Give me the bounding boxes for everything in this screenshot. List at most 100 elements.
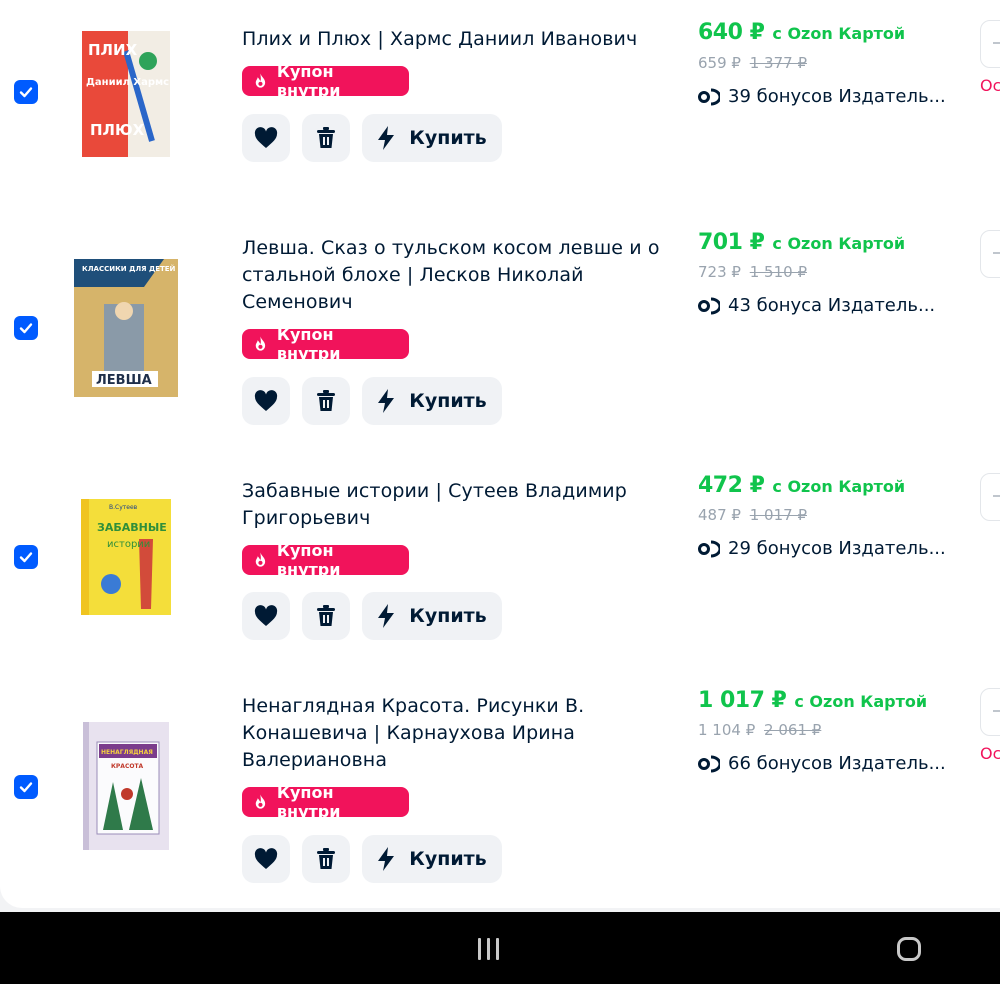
cover-text-mid: КРАСОТА <box>111 763 144 770</box>
flame-icon <box>255 794 266 809</box>
book-cover-image[interactable]: НЕНАГЛЯДНАЯ КРАСОТА <box>70 716 182 856</box>
favorite-button[interactable] <box>242 377 290 425</box>
bonus-info[interactable]: 29 бонусов Издатель... <box>698 538 950 559</box>
checkbox-checked-icon[interactable] <box>14 775 38 799</box>
buy-now-label: Купить <box>409 848 487 870</box>
delete-button[interactable] <box>302 835 350 883</box>
crossed-price: 1 017 ₽ <box>749 506 807 524</box>
cart-list: ПЛИХ Даниил Хармс ПЛЮХ Плих и Плюх | Хар… <box>0 0 1000 908</box>
delete-button[interactable] <box>302 377 350 425</box>
quantity-stepper[interactable] <box>980 688 1000 736</box>
coupon-badge[interactable]: Купон внутри <box>242 541 409 579</box>
bonus-text: 29 бонусов Издатель... <box>728 538 946 559</box>
product-title[interactable]: Ненаглядная Красота. Рисунки В. Конашеви… <box>242 693 662 774</box>
crossed-price: 1 510 ₽ <box>749 263 807 281</box>
bonus-text: 66 бонусов Издатель... <box>728 753 946 774</box>
old-prices: 1 104 ₽ 2 061 ₽ <box>698 721 821 739</box>
lightning-icon <box>378 126 395 150</box>
price-with-card: 472 ₽ с Ozon Картой <box>698 473 905 498</box>
cover-text-bottom: истории <box>107 539 150 550</box>
coupon-badge[interactable]: Купон внутри <box>242 325 409 363</box>
bonus-coin-icon <box>698 755 720 772</box>
product-title[interactable]: Забавные истории | Сутеев Владимир Григо… <box>242 478 662 532</box>
price-with-card: 701 ₽ с Ozon Картой <box>698 230 905 255</box>
buy-now-button[interactable]: Купить <box>362 592 502 640</box>
price-value: 640 ₽ <box>698 20 765 45</box>
ozon-card-label: с Ozon Картой <box>772 234 906 253</box>
book-cover-image[interactable]: В.Сутеев ЗАБАВНЫЕ истории <box>70 487 182 627</box>
minus-icon <box>993 42 1000 44</box>
buy-now-label: Купить <box>409 390 487 412</box>
trash-icon <box>317 848 335 869</box>
old-prices: 723 ₽ 1 510 ₽ <box>698 263 807 281</box>
trash-icon <box>317 127 335 148</box>
minus-icon <box>993 495 1000 497</box>
checkbox-checked-icon[interactable] <box>14 545 38 569</box>
ozon-card-label: с Ozon Картой <box>772 477 906 496</box>
bonus-coin-icon <box>698 297 720 314</box>
trash-icon <box>317 605 335 626</box>
product-title[interactable]: Левша. Сказ о тульском косом левше и о с… <box>242 235 662 316</box>
bonus-info[interactable]: 39 бонусов Издатель... <box>698 86 950 107</box>
stock-remaining-text: Ос <box>980 76 1000 95</box>
heart-icon <box>254 390 278 411</box>
lightning-icon <box>378 389 395 413</box>
cover-text-top: ПЛИХ <box>88 41 138 59</box>
coupon-label: Купон внутри <box>276 62 341 100</box>
price-value: 1 017 ₽ <box>698 688 787 713</box>
old-prices: 659 ₽ 1 377 ₽ <box>698 54 807 72</box>
product-title[interactable]: Плих и Плюх | Хармс Даниил Иванович <box>242 26 662 53</box>
coupon-badge[interactable]: Купон внутри <box>242 62 409 100</box>
regular-price: 723 ₽ <box>698 263 741 281</box>
ozon-card-label: с Ozon Картой <box>772 24 906 43</box>
buy-now-button[interactable]: Купить <box>362 835 502 883</box>
favorite-button[interactable] <box>242 114 290 162</box>
price-value: 701 ₽ <box>698 230 765 255</box>
ozon-card-label: с Ozon Картой <box>794 692 928 711</box>
lightning-icon <box>378 604 395 628</box>
book-cover-image[interactable]: КЛАССИКИ ДЛЯ ДЕТЕЙ ЛЕВША <box>70 258 182 398</box>
price-value: 472 ₽ <box>698 473 765 498</box>
bonus-coin-icon <box>698 88 720 105</box>
cover-text-top: В.Сутеев <box>109 504 138 511</box>
trash-icon <box>317 390 335 411</box>
coupon-badge[interactable]: Купон внутри <box>242 783 409 821</box>
regular-price: 487 ₽ <box>698 506 741 524</box>
delete-button[interactable] <box>302 592 350 640</box>
favorite-button[interactable] <box>242 835 290 883</box>
cover-text-mid: Даниил Хармс <box>86 77 169 88</box>
recent-apps-icon[interactable] <box>478 938 502 960</box>
price-with-card: 1 017 ₽ с Ozon Картой <box>698 688 927 713</box>
checkbox-checked-icon[interactable] <box>14 316 38 340</box>
checkbox-checked-icon[interactable] <box>14 80 38 104</box>
quantity-stepper[interactable] <box>980 473 1000 521</box>
cover-text-top: КЛАССИКИ ДЛЯ ДЕТЕЙ <box>82 264 176 273</box>
cover-text-mid: ЗАБАВНЫЕ <box>97 521 167 534</box>
flame-icon <box>255 552 266 567</box>
bonus-info[interactable]: 43 бонуса Издатель... <box>698 295 950 316</box>
cover-text-top: НЕНАГЛЯДНАЯ <box>101 749 153 756</box>
buy-now-button[interactable]: Купить <box>362 377 502 425</box>
minus-icon <box>993 252 1000 254</box>
price-with-card: 640 ₽ с Ozon Картой <box>698 20 905 45</box>
buy-now-label: Купить <box>409 127 487 149</box>
book-cover-image[interactable]: ПЛИХ Даниил Хармс ПЛЮХ <box>70 24 182 164</box>
coupon-label: Купон внутри <box>276 541 341 579</box>
cover-text-bottom: ПЛЮХ <box>90 121 145 139</box>
buy-now-button[interactable]: Купить <box>362 114 502 162</box>
favorite-button[interactable] <box>242 592 290 640</box>
lightning-icon <box>378 847 395 871</box>
crossed-price: 2 061 ₽ <box>764 721 822 739</box>
heart-icon <box>254 605 278 626</box>
coupon-label: Купон внутри <box>276 783 341 821</box>
quantity-stepper[interactable] <box>980 230 1000 278</box>
quantity-stepper[interactable] <box>980 20 1000 68</box>
flame-icon <box>255 73 266 88</box>
system-navigation-bar <box>0 912 1000 984</box>
old-prices: 487 ₽ 1 017 ₽ <box>698 506 807 524</box>
home-icon[interactable] <box>897 937 921 961</box>
minus-icon <box>993 710 1000 712</box>
bonus-info[interactable]: 66 бонусов Издатель... <box>698 753 950 774</box>
regular-price: 1 104 ₽ <box>698 721 756 739</box>
delete-button[interactable] <box>302 114 350 162</box>
